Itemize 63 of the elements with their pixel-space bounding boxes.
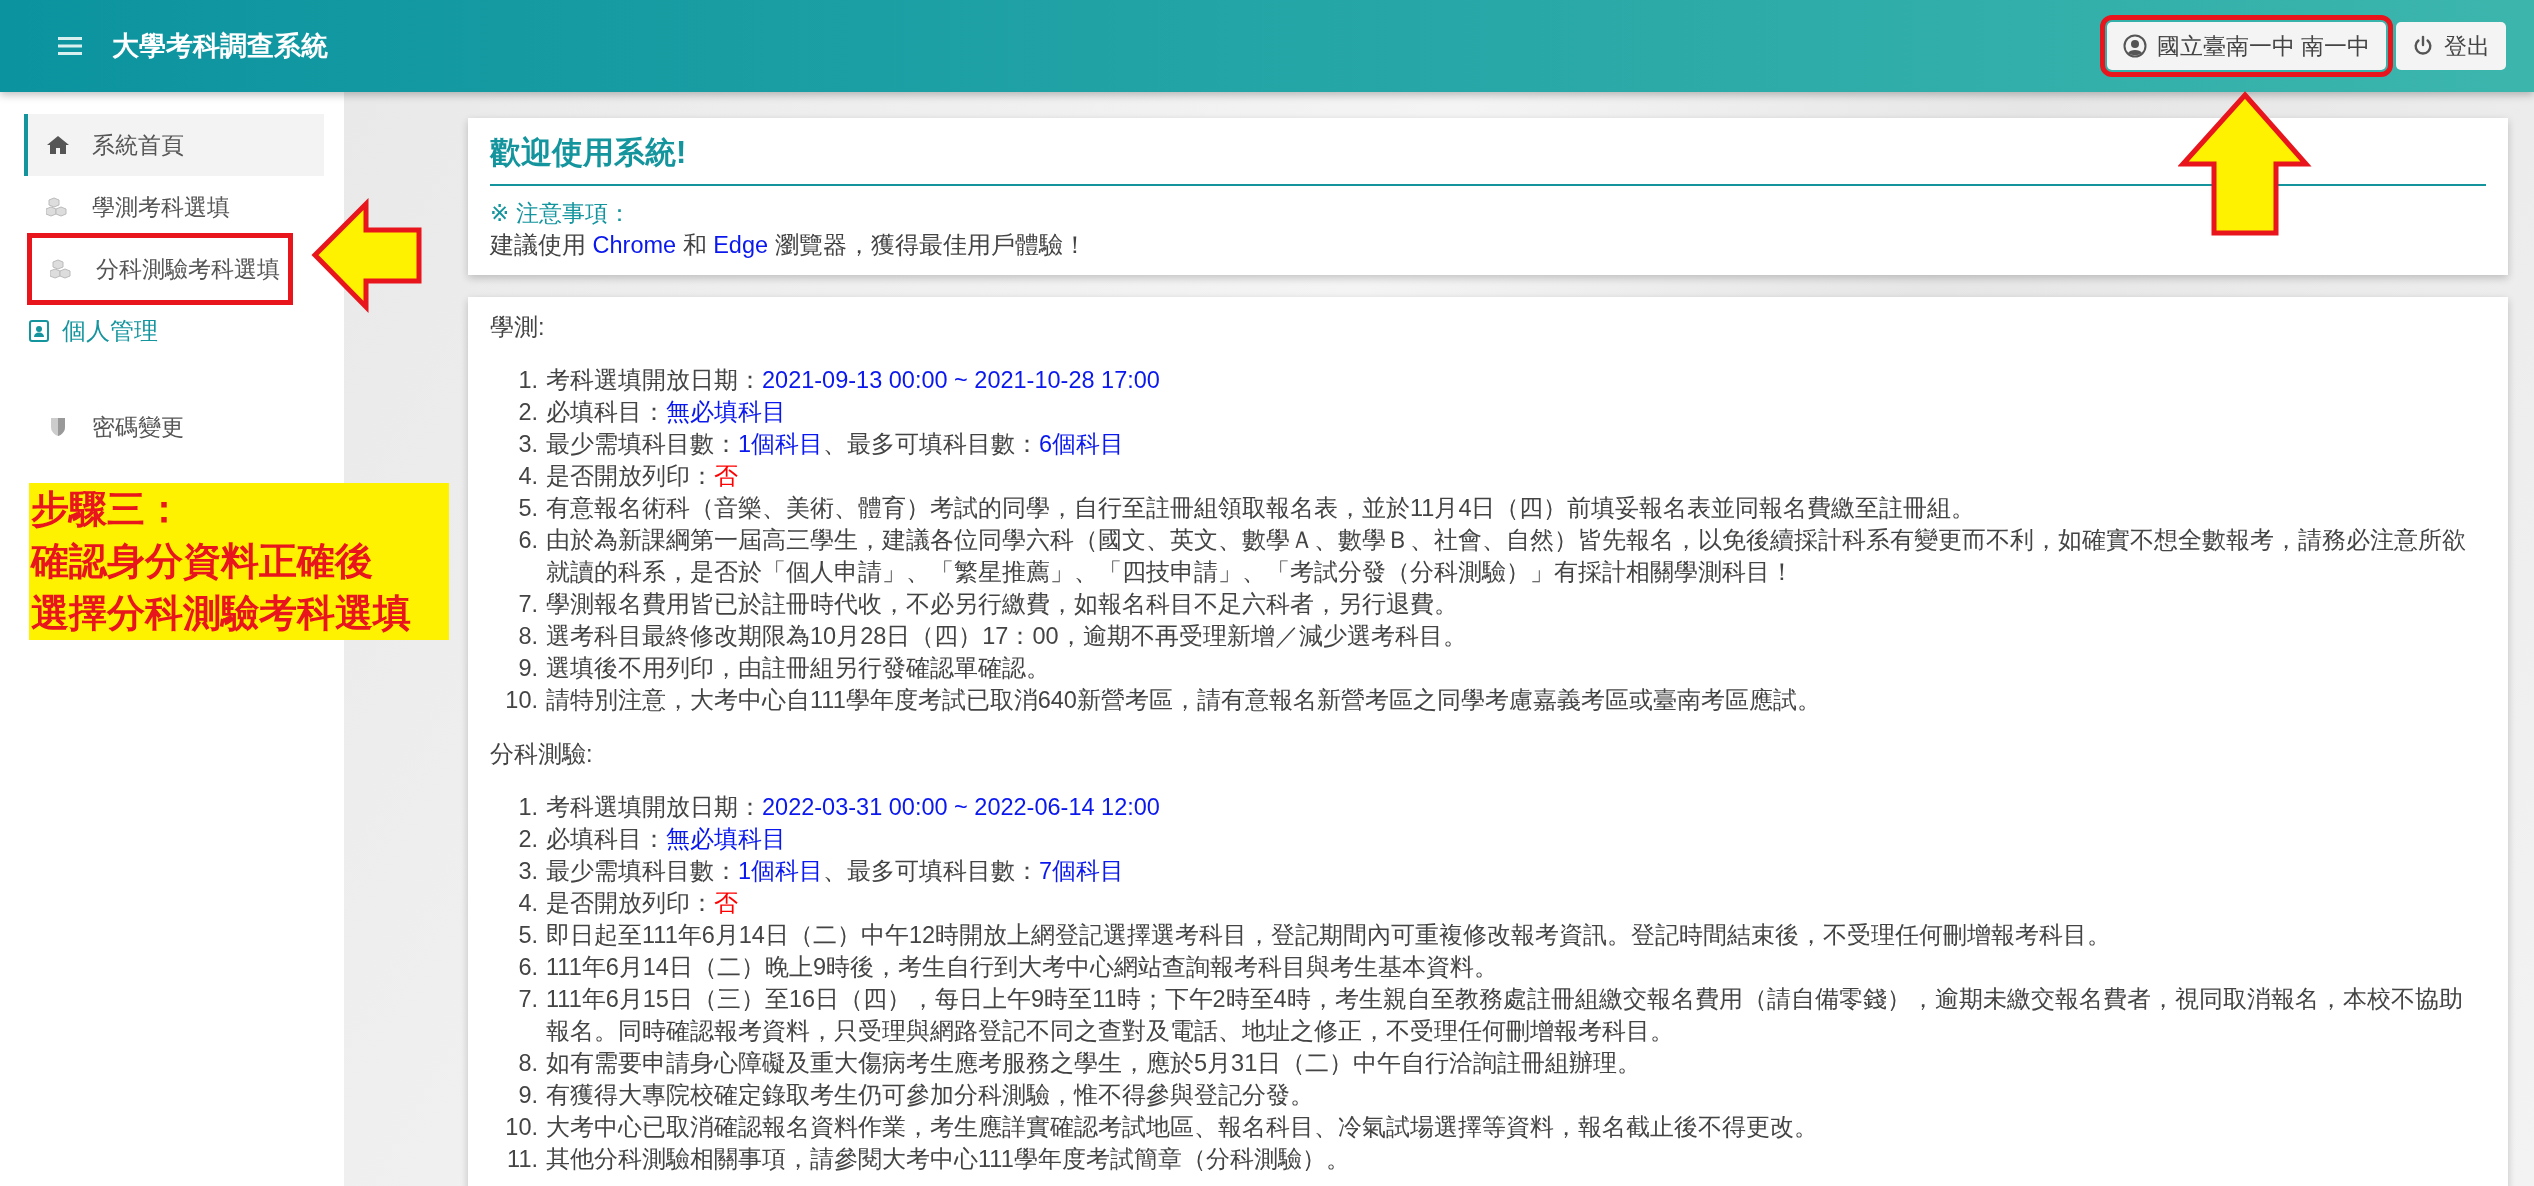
item-number: 2. — [517, 398, 538, 427]
item-number: 2. — [517, 825, 538, 854]
item-number: 4. — [517, 889, 538, 918]
list-item: 學測報名費用皆已於註冊時代收，不必另行繳費，如報名科目不足六科者，另行退費。 — [546, 590, 1459, 619]
item-number: 1. — [517, 366, 538, 395]
callout-line: 確認身分資料正確後 — [31, 537, 374, 585]
home-icon — [46, 133, 70, 157]
item-number: 9. — [517, 1081, 538, 1110]
list-item: 其他分科測驗相關事項，請參閱大考中心111學年度考試簡章（分科測驗）。 — [546, 1145, 1351, 1174]
list-item: 111年6月15日（三）至16日（四），每日上午9時至11時；下午2時至4時，考生親自至教務處註冊組繳交報名費用（請自備零錢），逾期未繳交報名費者，視同取消報名，本校不協助報名。同時確認報考資料，只受理與網路登記不同之查對及電話、地址之修正，不受理任何刪增報考科目。 — [546, 985, 2464, 1046]
cubes-icon — [50, 257, 74, 281]
item-number: 5. — [517, 921, 538, 950]
list-item: 請特別注意，大考中心自111學年度考試已取消640新營考區，請有意報名新營考區之同學考慮嘉義考區或臺南考區應試。 — [546, 686, 1822, 715]
item-number: 8. — [517, 1049, 538, 1078]
item-number: 10. — [504, 686, 538, 715]
callout-line: 步驟三： — [31, 485, 184, 533]
list-item: 有意報名術科（音樂、美術、體育）考試的同學，自行至註冊組領取報名表，並於11月4日（四）前填妥報名表並同報名費繳至註冊組。 — [546, 494, 1977, 523]
list-item: 必填科目：無必填科目 — [546, 825, 787, 854]
item-number: 10. — [504, 1113, 538, 1142]
section-heading: 分科測驗: — [490, 740, 594, 769]
list-item: 有獲得大專院校確定錄取考生仍可參加分科測驗，惟不得參與登記分發。 — [546, 1081, 1315, 1110]
logout-button[interactable]: 登出 — [2396, 22, 2506, 70]
item-number: 8. — [517, 622, 538, 651]
list-item: 由於為新課綱第一屆高三學生，建議各位同學六科（國文、英文、數學Ａ、數學Ｂ、社會、自然）皆先報名，以免後續採計科系有變更而不利，如確實不想全數報考，請務必注意所欲就讀的科系，是否於「個人申請」、「繁星推薦」、「四技申請」、「考試分發（分科測驗）」有採計相關學測科目！ — [546, 526, 2467, 587]
item-number: 7. — [517, 985, 538, 1014]
notice-text: 建議使用 Chrome 和 Edge 瀏覽器，獲得最佳用戶體驗！ — [490, 231, 1088, 260]
user-card-icon — [28, 319, 52, 343]
section-heading: 學測: — [490, 313, 546, 342]
item-number: 9. — [517, 654, 538, 683]
list-item: 如有需要申請身心障礙及重大傷病考生應考服務之學生，應於5月31日（二）中午自行洽詢註冊組辦理。 — [546, 1049, 1643, 1078]
item-number: 6. — [517, 526, 538, 555]
item-number: 4. — [517, 462, 538, 491]
list-item: 是否開放列印：否 — [546, 889, 739, 918]
list-item: 選考科目最終修改期限為10月28日（四）17：00，逾期不再受理新增／減少選考科目。 — [546, 622, 1468, 651]
item-number: 6. — [517, 953, 538, 982]
list-item: 是否開放列印：否 — [546, 462, 739, 491]
item-number: 7. — [517, 590, 538, 619]
user-icon — [2122, 34, 2147, 58]
list-item: 考科選填開放日期：2021-09-13 00:00 ~ 2021-10-28 17:00 — [546, 366, 1161, 395]
sidebar-item[interactable]: 系統首頁 — [24, 114, 324, 176]
list-item: 選填後不用列印，由註冊組另行發確認單確認。 — [546, 654, 1051, 683]
notice-heading: ※ 注意事項： — [490, 199, 632, 228]
list-item: 最少需填科目數：1個科目、最多可填科目數：6個科目 — [546, 430, 1126, 459]
item-number: 11. — [506, 1145, 538, 1174]
item-number: 5. — [517, 494, 538, 523]
list-item: 必填科目：無必填科目 — [546, 398, 787, 427]
item-number: 3. — [517, 857, 538, 886]
item-number: 1. — [517, 793, 538, 822]
sidebar-item[interactable]: 密碼變更 — [24, 396, 324, 458]
power-icon — [2412, 35, 2434, 57]
sidebar-item[interactable]: 個人管理 — [24, 300, 324, 362]
menu-icon[interactable] — [58, 36, 82, 56]
cubes-icon — [46, 195, 70, 219]
list-item: 即日起至111年6月14日（二）中午12時開放上網登記選擇選考科目，登記期間內可重複修改報考資訊。登記時間結束後，不受理任何刪增報考科目。 — [546, 921, 2113, 950]
list-item: 111年6月14日（二）晚上9時後，考生自行到大考中心網站查詢報考科目與考生基本資料。 — [546, 953, 1499, 982]
list-item: 考科選填開放日期：2022-03-31 00:00 ~ 2022-06-14 12:00 — [546, 793, 1161, 822]
sidebar-item[interactable]: 學測考科選填 — [24, 176, 324, 238]
list-item: 最少需填科目數：1個科目、最多可填科目數：7個科目 — [546, 857, 1126, 886]
sidebar-item[interactable]: 分科測驗考科選填 — [32, 238, 288, 300]
app-title: 大學考科調查系統 — [112, 30, 329, 63]
item-number: 3. — [517, 430, 538, 459]
callout-line: 選擇分科測驗考科選填 — [31, 589, 412, 637]
list-item: 大考中心已取消確認報名資料作業，考生應詳實確認考試地區、報名科目、冷氣試場選擇等資料，報名截止後不得更改。 — [546, 1113, 1819, 1142]
